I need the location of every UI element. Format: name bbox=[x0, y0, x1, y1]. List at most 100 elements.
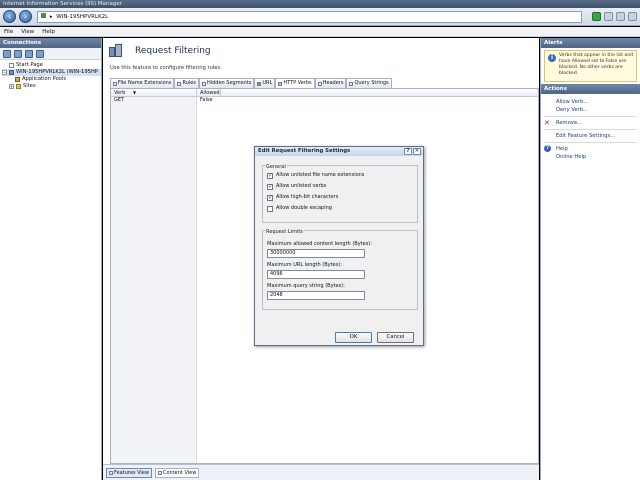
address-path[interactable]: ▸ WIN-195HPVRLK2L bbox=[37, 11, 582, 23]
alert-message-box: i Verbs that appear in the list and have… bbox=[544, 50, 637, 82]
feature-tabs: File Name Extensions Rules Hidden Segmen… bbox=[110, 78, 432, 88]
connections-toolbar bbox=[0, 48, 101, 60]
connections-icon[interactable] bbox=[36, 49, 44, 58]
general-group-label: General bbox=[265, 164, 287, 170]
allow-double-escaping-checkbox[interactable]: Allow double escaping bbox=[267, 205, 332, 212]
view-switcher: Features View Content View bbox=[103, 464, 539, 480]
file-icon bbox=[113, 81, 117, 86]
page-title: Request Filtering bbox=[135, 46, 211, 56]
edit-request-filtering-dialog: Edit Request Filtering Settings ? ✕ Gene… bbox=[254, 146, 424, 346]
page-description: Use this feature to configure filtering … bbox=[110, 65, 222, 71]
cell-verb: GET bbox=[114, 97, 125, 103]
cell-allowed: False bbox=[200, 97, 213, 103]
hidden-icon bbox=[201, 81, 206, 86]
tree-item-start-page[interactable]: Start Page bbox=[2, 62, 101, 69]
actions-header: Actions bbox=[541, 84, 640, 94]
column-verb[interactable]: Verb ▼ bbox=[111, 89, 197, 96]
expand-icon[interactable]: + bbox=[9, 84, 14, 89]
folder-icon bbox=[16, 84, 21, 89]
forward-button[interactable]: › bbox=[19, 10, 32, 23]
grid-header: Verb ▼ Allowed bbox=[111, 89, 538, 97]
headers-icon bbox=[317, 81, 322, 86]
allow-unlisted-extensions-checkbox[interactable]: ✓ Allow unlisted file name extensions bbox=[267, 172, 364, 179]
tree-item-sites[interactable]: + Sites bbox=[2, 83, 101, 90]
up-icon[interactable] bbox=[25, 49, 33, 58]
max-query-string-input[interactable]: 2048 bbox=[267, 291, 365, 300]
content-view-icon bbox=[157, 470, 162, 475]
max-url-length-input[interactable]: 4096 bbox=[267, 270, 365, 279]
tab-http-verbs[interactable]: HTTP Verbs bbox=[275, 78, 315, 88]
tab-hidden-segments[interactable]: Hidden Segments bbox=[198, 78, 255, 88]
max-url-length-label: Maximum URL length (Bytes): bbox=[267, 262, 342, 268]
server-icon bbox=[41, 13, 46, 18]
address-separator: ▸ bbox=[49, 14, 53, 20]
tab-url[interactable]: URL bbox=[254, 78, 276, 88]
server-icon bbox=[9, 70, 14, 75]
dialog-title-bar: Edit Request Filtering Settings ? ✕ bbox=[255, 147, 423, 156]
deny-verb-action[interactable]: Deny Verb... bbox=[541, 106, 640, 114]
dialog-help-button[interactable]: ? bbox=[404, 148, 412, 155]
remove-icon: ✕ bbox=[544, 119, 550, 127]
help-icon[interactable] bbox=[628, 12, 637, 21]
tree-item-application-pools[interactable]: Application Pools bbox=[2, 76, 101, 83]
allow-verb-action[interactable]: Allow Verb... bbox=[541, 98, 640, 106]
tab-rules[interactable]: Rules bbox=[174, 78, 199, 88]
features-view-icon bbox=[109, 470, 113, 475]
allow-unlisted-verbs-checkbox[interactable]: ✓ Allow unlisted verbs bbox=[267, 183, 326, 190]
max-content-length-input[interactable]: 30000000 bbox=[267, 249, 365, 258]
start-page-icon bbox=[9, 63, 14, 68]
dialog-close-button[interactable]: ✕ bbox=[413, 148, 421, 155]
query-icon bbox=[349, 81, 354, 86]
app-pool-icon bbox=[15, 77, 20, 82]
content-view-button[interactable]: Content View bbox=[154, 467, 200, 478]
info-icon: i bbox=[548, 54, 556, 62]
rules-icon bbox=[177, 81, 182, 86]
cancel-button[interactable]: Cancel bbox=[377, 332, 414, 343]
actions-list: Allow Verb... Deny Verb... ✕ Remove... E… bbox=[541, 98, 640, 161]
refresh-icon[interactable] bbox=[592, 12, 601, 21]
checkbox-box: ✓ bbox=[267, 194, 273, 201]
checkbox-box bbox=[267, 205, 273, 212]
column-allowed[interactable]: Allowed bbox=[197, 89, 221, 96]
connections-header: Connections bbox=[0, 38, 101, 48]
menu-bar: File View Help bbox=[0, 27, 640, 37]
menu-view[interactable]: View bbox=[21, 27, 34, 36]
tab-headers[interactable]: Headers bbox=[314, 78, 347, 88]
address-bar: ‹ › ▸ WIN-195HPVRLK2L bbox=[0, 8, 640, 26]
features-view-button[interactable]: Features View bbox=[106, 467, 152, 478]
collapse-icon[interactable]: − bbox=[2, 70, 7, 75]
remove-action[interactable]: ✕ Remove... bbox=[541, 119, 640, 127]
general-group: General ✓ Allow unlisted file name exten… bbox=[262, 165, 418, 223]
allow-high-bit-checkbox[interactable]: ✓ Allow high-bit characters bbox=[267, 194, 338, 201]
help-action[interactable]: ? Help bbox=[541, 145, 640, 153]
sort-desc-icon: ▼ bbox=[132, 90, 137, 95]
checkbox-box: ✓ bbox=[267, 172, 273, 179]
alert-text: Verbs that appear in the list and have A… bbox=[559, 53, 634, 76]
menu-help[interactable]: Help bbox=[42, 27, 55, 36]
table-row[interactable]: GET False bbox=[111, 97, 538, 104]
connect-icon[interactable] bbox=[3, 49, 11, 58]
dialog-title: Edit Request Filtering Settings bbox=[258, 148, 351, 154]
ok-button[interactable]: OK bbox=[335, 332, 372, 343]
window-title-bar: Internet Information Services (IIS) Mana… bbox=[0, 0, 640, 8]
request-filtering-icon bbox=[109, 44, 123, 58]
menu-file[interactable]: File bbox=[4, 27, 13, 36]
request-limits-label: Request Limits bbox=[265, 229, 304, 235]
save-icon[interactable] bbox=[14, 49, 22, 58]
address-server: WIN-195HPVRLK2L bbox=[56, 14, 109, 20]
online-help-action[interactable]: Online Help bbox=[541, 153, 640, 161]
actions-panel: Alerts i Verbs that appear in the list a… bbox=[540, 38, 640, 480]
edit-feature-settings-action[interactable]: Edit Feature Settings... bbox=[541, 132, 640, 140]
help-icon: ? bbox=[544, 145, 551, 152]
tab-file-name-extensions[interactable]: File Name Extensions bbox=[110, 78, 175, 88]
connections-tree: Start Page − WIN-195HPVRLK2L (WIN-195HP … bbox=[0, 60, 101, 90]
connections-panel: Connections Start Page − WIN-195HPVRLK2L… bbox=[0, 38, 102, 480]
home-icon[interactable] bbox=[616, 12, 625, 21]
stop-icon[interactable] bbox=[604, 12, 613, 21]
tab-query-strings[interactable]: Query Strings bbox=[346, 78, 392, 88]
tree-item-server[interactable]: − WIN-195HPVRLK2L (WIN-195HP bbox=[2, 69, 101, 76]
verbs-icon bbox=[278, 81, 283, 86]
back-button[interactable]: ‹ bbox=[3, 10, 16, 23]
request-limits-group: Request Limits Maximum allowed content l… bbox=[262, 230, 418, 310]
back-arrow-icon: ‹ bbox=[7, 12, 12, 21]
